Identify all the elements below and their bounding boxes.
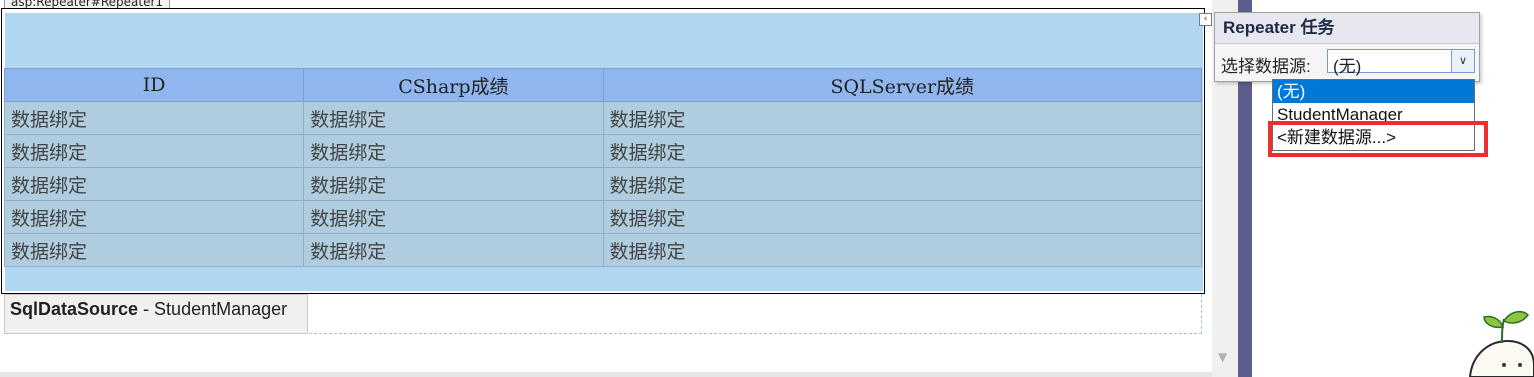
- sqldatasource-name: StudentManager: [154, 299, 288, 319]
- chevron-down-icon[interactable]: ∨: [1451, 50, 1474, 72]
- scroll-down-arrow-icon[interactable]: ▼: [1218, 350, 1227, 364]
- table-cell: 数据绑定: [3, 101, 305, 135]
- table-row: 数据绑定 数据绑定 数据绑定: [3, 167, 1202, 201]
- sqldatasource-control[interactable]: SqlDataSource - StudentManager: [4, 294, 308, 334]
- datasource-option-studentmanager[interactable]: StudentManager: [1273, 103, 1474, 126]
- repeater-tasks-panel: Repeater 任务 选择数据源: (无) ∨: [1214, 12, 1480, 82]
- table-row: 数据绑定 数据绑定 数据绑定: [3, 200, 1202, 234]
- table-cell: 数据绑定: [3, 200, 305, 234]
- sprout-mascot-icon: [1468, 310, 1534, 377]
- table-cell: 数据绑定: [303, 167, 604, 201]
- column-header-csharp: CSharp成绩: [303, 68, 604, 102]
- table-cell: 数据绑定: [3, 233, 305, 267]
- table-header-row: ID CSharp成绩 SQLServer成绩: [3, 68, 1202, 102]
- datasource-dropdown-value: (无): [1333, 57, 1362, 76]
- datasource-option-new[interactable]: <新建数据源...>: [1273, 126, 1474, 149]
- table-cell: 数据绑定: [602, 167, 1202, 201]
- table-cell: 数据绑定: [3, 167, 305, 201]
- table-cell: 数据绑定: [602, 200, 1202, 234]
- table-row: 数据绑定 数据绑定 数据绑定: [3, 134, 1202, 168]
- table-row: 数据绑定 数据绑定 数据绑定: [3, 233, 1202, 267]
- table-cell: 数据绑定: [303, 200, 604, 234]
- table-cell: 数据绑定: [602, 101, 1202, 135]
- column-header-sqlserver: SQLServer成绩: [602, 68, 1202, 102]
- datasource-options-list[interactable]: (无) StudentManager <新建数据源...>: [1272, 79, 1475, 151]
- table-cell: 数据绑定: [3, 134, 305, 168]
- table-cell: 数据绑定: [303, 233, 604, 267]
- sqldatasource-type: SqlDataSource: [10, 299, 139, 319]
- table-cell: 数据绑定: [602, 134, 1202, 168]
- table-cell: 数据绑定: [303, 134, 604, 168]
- sqldatasource-separator: -: [138, 299, 155, 319]
- designer-surface: asp:Repeater#Repeater1 ‹ ID CSharp成绩 SQL…: [0, 0, 1212, 377]
- choose-datasource-row: 选择数据源: (无) ∨: [1215, 44, 1479, 82]
- tasks-panel-title: Repeater 任务: [1215, 13, 1479, 44]
- smart-tag-chevron-icon[interactable]: ‹: [1199, 13, 1212, 26]
- table-row: 数据绑定 数据绑定 数据绑定: [3, 101, 1202, 135]
- table-cell: 数据绑定: [303, 101, 604, 135]
- horizontal-scrollbar[interactable]: [0, 372, 1212, 377]
- repeater-template-table: ID CSharp成绩 SQLServer成绩 数据绑定 数据绑定 数据绑定 数…: [3, 68, 1202, 267]
- table-cell: 数据绑定: [602, 233, 1202, 267]
- choose-datasource-label: 选择数据源:: [1221, 57, 1311, 76]
- column-header-id: ID: [3, 68, 305, 102]
- datasource-option-none[interactable]: (无): [1273, 80, 1474, 103]
- datasource-dropdown[interactable]: (无) ∨: [1327, 49, 1475, 76]
